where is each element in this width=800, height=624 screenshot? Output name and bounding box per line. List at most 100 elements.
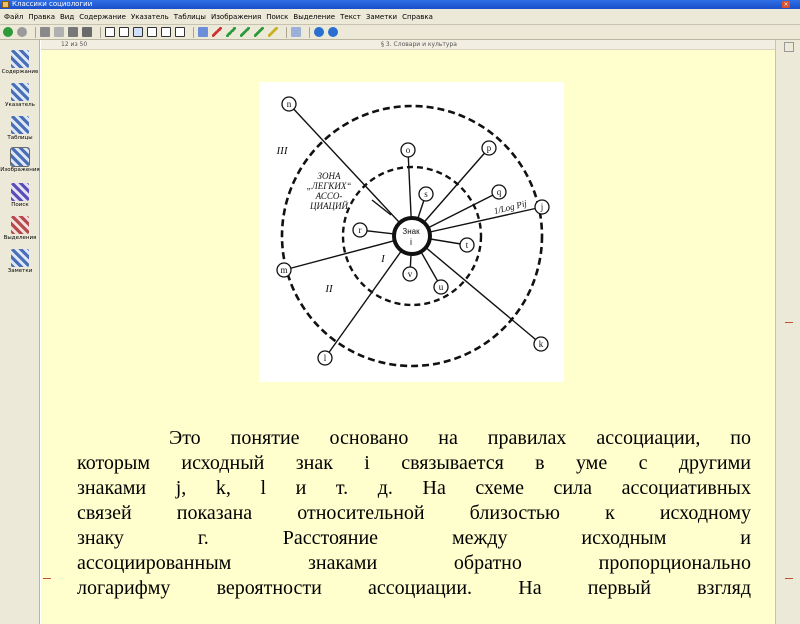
menu-index[interactable]: Указатель — [131, 13, 169, 21]
node-label: k — [539, 339, 544, 349]
page-full-icon[interactable] — [147, 27, 157, 37]
images-icon — [10, 147, 30, 167]
sidebar-item-index[interactable]: Указатель — [0, 83, 40, 108]
pen-red-icon[interactable] — [212, 27, 222, 37]
pen-green-icon[interactable] — [226, 27, 236, 37]
pen-green-icon[interactable] — [254, 27, 264, 37]
menu-text[interactable]: Текст — [340, 13, 361, 21]
menu-help[interactable]: Справка — [402, 13, 433, 21]
text-line: ассоциированным знаками обратно пропорци… — [77, 552, 751, 574]
window-titlebar: Классики социологии × — [0, 0, 800, 9]
sidebar-item-tables[interactable]: Таблицы — [0, 116, 40, 141]
vertical-scrollbar[interactable] — [775, 40, 800, 624]
node-label: r — [359, 225, 362, 235]
zone-numeral-one: I — [380, 253, 386, 265]
paste-icon[interactable] — [82, 27, 92, 37]
menu-file[interactable]: Файл — [4, 13, 23, 21]
nav-back-icon[interactable] — [314, 27, 324, 37]
close-icon[interactable]: × — [782, 1, 790, 8]
node-label: m — [280, 265, 287, 275]
node-label: o — [406, 145, 411, 155]
page-width-icon[interactable] — [133, 27, 143, 37]
sidebar-item-images[interactable]: Изображения — [0, 147, 40, 173]
toolbar-separator — [193, 26, 194, 38]
search-icon — [11, 183, 29, 201]
node-label: s — [424, 189, 428, 199]
center-sign-index: i — [410, 237, 412, 247]
menu-images[interactable]: Изображения — [211, 13, 261, 21]
node-label: p — [487, 143, 492, 153]
menu-edit[interactable]: Правка — [28, 13, 55, 21]
link-line — [324, 235, 413, 359]
pen-yellow-icon[interactable] — [268, 27, 278, 37]
page-single-icon[interactable] — [119, 27, 129, 37]
margin-marker — [43, 578, 51, 579]
zone-label-line: ЗОНА — [318, 171, 341, 181]
toolbar-separator — [100, 26, 101, 38]
cut-icon[interactable] — [54, 27, 64, 37]
document-page: Знак i ЗОНА „ЛЕГКИХ“ АССО- ЦИАЦИЙ 1/Log … — [41, 50, 775, 624]
menu-search[interactable]: Поиск — [266, 13, 288, 21]
text-line: которым исходный знак i связывается в ум… — [77, 452, 751, 474]
sidebar-item-search[interactable]: Поиск — [0, 183, 40, 208]
menu-notes[interactable]: Заметки — [366, 13, 397, 21]
page-left-icon[interactable] — [105, 27, 115, 37]
zone-label-line: ЦИАЦИЙ — [309, 201, 348, 211]
pointer-icon[interactable] — [291, 27, 301, 37]
sidebar-item-highlights[interactable]: Выделения — [0, 216, 40, 241]
text-line: Это понятие основано на правилах ассоциа… — [169, 427, 751, 449]
menu-contents[interactable]: Содержание — [79, 13, 126, 21]
menu-selection[interactable]: Выделение — [293, 13, 335, 21]
text-line: связей показана относительной близостью … — [77, 502, 751, 524]
text-line: логарифму вероятности ассоциации. На пер… — [77, 577, 751, 599]
page-header: 12 из 50 § 3. Словари и культура — [41, 40, 775, 50]
delete-icon[interactable] — [68, 27, 78, 37]
toolbar-separator — [309, 26, 310, 38]
toolbar-separator — [35, 26, 36, 38]
copy-icon[interactable] — [40, 27, 50, 37]
association-diagram: Знак i ЗОНА „ЛЕГКИХ“ АССО- ЦИАЦИЙ 1/Log … — [259, 82, 564, 382]
forward-icon[interactable] — [17, 27, 27, 37]
sidebar-item-label: Выделения — [3, 235, 37, 241]
node-label: v — [408, 269, 413, 279]
sidebar-item-contents[interactable]: Содержание — [0, 50, 40, 75]
center-sign-circle — [392, 216, 432, 256]
link-line — [411, 235, 542, 345]
tables-icon — [11, 116, 29, 134]
page-number: 12 из 50 — [61, 41, 88, 48]
app-icon — [2, 1, 9, 8]
window-title: Классики социологии — [12, 0, 93, 8]
select-cursor-icon[interactable] — [198, 27, 208, 37]
association-diagram-svg: Знак i ЗОНА „ЛЕГКИХ“ АССО- ЦИАЦИЙ 1/Log … — [276, 96, 550, 368]
zone-numeral-three: III — [276, 145, 289, 157]
page-grid-icon[interactable] — [175, 27, 185, 37]
node-label: n — [287, 99, 292, 109]
scroll-marker — [785, 578, 793, 579]
menu-view[interactable]: Вид — [60, 13, 74, 21]
node-label: q — [497, 187, 502, 197]
nav-forward-icon[interactable] — [328, 27, 338, 37]
zone-label-line: АССО- — [315, 191, 343, 201]
node-label: j — [540, 202, 544, 212]
scroll-marker — [785, 322, 793, 323]
menu-bar: Файл Правка Вид Содержание Указатель Таб… — [0, 9, 800, 25]
text-line: знаками j, k, l и т. д. На схеме сила ас… — [77, 477, 751, 499]
contents-icon — [11, 50, 29, 68]
sidebar-item-label: Заметки — [7, 268, 33, 274]
back-icon[interactable] — [3, 27, 13, 37]
page-title: § 3. Словари и культура — [381, 41, 457, 48]
page-double-icon[interactable] — [161, 27, 171, 37]
center-sign-label: Знак — [402, 227, 420, 236]
sidebar-item-notes[interactable]: Заметки — [0, 249, 40, 274]
sidebar-item-label: Содержание — [1, 69, 39, 75]
sidebar-item-label: Таблицы — [7, 135, 33, 141]
zone-numeral-two: II — [324, 283, 334, 295]
menu-tables[interactable]: Таблицы — [174, 13, 206, 21]
sidebar-item-label: Поиск — [11, 202, 29, 208]
notes-icon — [11, 249, 29, 267]
toolbar — [0, 25, 800, 40]
pen-green-icon[interactable] — [240, 27, 250, 37]
node-label: u — [439, 282, 444, 292]
sidebar: Содержание Указатель Таблицы Изображения… — [0, 40, 40, 624]
scrollbar-thumb[interactable] — [784, 42, 794, 52]
